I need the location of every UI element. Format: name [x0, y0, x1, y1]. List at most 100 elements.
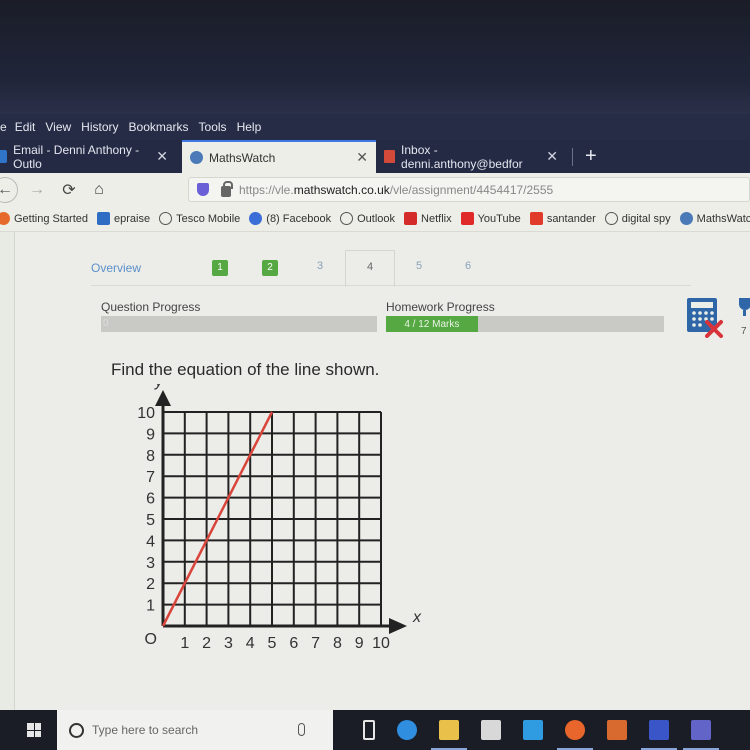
- reload-button[interactable]: ⟳: [56, 177, 82, 203]
- bookmark-mathswatch[interactable]: MathsWatch: [679, 212, 750, 225]
- x-axis-arrow: [389, 618, 407, 634]
- x-tick-label: 6: [289, 635, 298, 652]
- bookmark-outlook[interactable]: Outlook: [340, 212, 395, 225]
- y-tick-label: 10: [137, 405, 155, 422]
- menu-file-partial[interactable]: e: [0, 120, 7, 134]
- tab-outlook[interactable]: Email - Denni Anthony - Outlo ✕: [0, 140, 176, 173]
- bookmark-label: epraise: [114, 212, 151, 225]
- search-placeholder: Type here to search: [92, 723, 199, 737]
- question-progress-label: Question Progress: [101, 300, 201, 314]
- bookmark-label: Outlook: [357, 212, 396, 225]
- homework-progress-value: 4 / 12 Marks: [404, 318, 460, 330]
- x-tick-label: 9: [355, 635, 364, 652]
- mathswatch-icon: [679, 212, 693, 225]
- y-tick-label: 8: [146, 448, 155, 465]
- firefox-icon[interactable]: [557, 720, 593, 750]
- x-tick-label: 1: [180, 635, 189, 652]
- bookmark-8-facebook[interactable]: (8) Facebook: [249, 212, 331, 225]
- taskbar-search-box[interactable]: Type here to search: [57, 710, 333, 750]
- cortana-icon[interactable]: [69, 722, 84, 738]
- question-6-tab[interactable]: 6: [443, 260, 493, 272]
- question-progress-bar: 0: [101, 316, 377, 332]
- microphone-icon[interactable]: [298, 723, 305, 736]
- epraise-icon: [97, 212, 110, 225]
- bookmark-label: MathsWatch: [696, 212, 750, 225]
- y-tick-label: 3: [146, 555, 155, 572]
- bookmark-digital-spy[interactable]: digital spy: [604, 212, 671, 225]
- y-tick-label: 6: [146, 491, 155, 508]
- y-tick-label: 7: [146, 469, 155, 486]
- url-domain: mathswatch.co.uk: [293, 182, 390, 197]
- x-tick-label: 4: [246, 635, 255, 652]
- bookmark-netflix[interactable]: Netflix: [404, 212, 452, 225]
- store-icon[interactable]: [481, 720, 501, 740]
- overview-link[interactable]: Overview: [91, 261, 141, 275]
- bookmark-santander[interactable]: santander: [529, 212, 596, 225]
- windows-taskbar: Type here to search: [0, 710, 750, 750]
- bookmark-youtube[interactable]: YouTube: [460, 212, 521, 225]
- netflix-icon: [404, 212, 418, 225]
- question-progress-value: 0: [103, 318, 109, 329]
- screen: e Edit View History Bookmarks Tools Help…: [0, 0, 750, 750]
- edge-icon[interactable]: [397, 720, 417, 740]
- y-tick-label: 1: [146, 598, 155, 615]
- task-view-icon[interactable]: [363, 720, 375, 740]
- question-4-tab[interactable]: 4: [345, 250, 395, 287]
- teams-icon[interactable]: [683, 720, 719, 750]
- mail-icon[interactable]: [523, 720, 543, 740]
- x-tick-label: 5: [268, 635, 277, 652]
- tracking-protection-icon[interactable]: [197, 183, 209, 196]
- url-bar[interactable]: https://vle. mathswatch.co.uk/vle/assignm…: [188, 177, 750, 202]
- x-axis-label: x: [412, 609, 422, 626]
- menu-tools[interactable]: Tools: [199, 120, 227, 134]
- homework-progress-bar: 4 / 12 Marks: [386, 316, 664, 332]
- question-5-tab[interactable]: 5: [394, 260, 444, 272]
- tab-gmail[interactable]: Inbox - denni.anthony@bedfor ✕: [376, 140, 566, 173]
- home-button[interactable]: ⌂: [86, 177, 112, 203]
- powerpoint-icon[interactable]: [607, 720, 627, 740]
- close-tab-icon[interactable]: ✕: [356, 149, 368, 166]
- menu-edit[interactable]: Edit: [15, 120, 36, 134]
- word-icon[interactable]: [641, 720, 677, 750]
- file-explorer-icon[interactable]: [431, 720, 467, 750]
- bookmark-label: (8) Facebook: [266, 212, 332, 225]
- bookmark-label: santander: [546, 212, 596, 225]
- menu-history[interactable]: History: [81, 120, 118, 134]
- windows-start-icon[interactable]: [27, 723, 41, 737]
- menu-help[interactable]: Help: [237, 120, 262, 134]
- bookmark-getting-started[interactable]: Getting Started: [0, 212, 88, 225]
- new-tab-button[interactable]: +: [579, 140, 603, 173]
- url-scheme: https://vle.: [239, 182, 294, 197]
- bookmark-label: Tesco Mobile: [176, 212, 241, 225]
- y-tick-label: 9: [146, 426, 155, 443]
- y-tick-label: 5: [146, 512, 155, 529]
- question-3-tab[interactable]: 3: [295, 260, 345, 272]
- x-tick-label: 10: [372, 635, 390, 652]
- tab-title: Inbox - denni.anthony@bedfor: [401, 142, 523, 171]
- assignment-panel: Overview 1 2 3 4 5 6 Question Progress 0…: [14, 232, 750, 710]
- back-button[interactable]: ←: [0, 176, 18, 203]
- close-tab-icon[interactable]: ✕: [156, 148, 168, 165]
- bookmarks-bar: Getting Started epraise Tesco Mobile (8) Fa…: [0, 206, 750, 232]
- tab-mathswatch[interactable]: MathsWatch ✕: [182, 140, 376, 173]
- globe-icon: [340, 212, 354, 225]
- menu-bookmarks[interactable]: Bookmarks: [129, 120, 189, 134]
- trophy-count: 7: [741, 326, 747, 337]
- trophy-icon[interactable]: 7: [737, 296, 750, 337]
- close-tab-icon[interactable]: ✕: [546, 148, 558, 165]
- menu-view[interactable]: View: [45, 120, 71, 134]
- question-2-tab[interactable]: 2: [245, 260, 295, 276]
- bookmark-epraise[interactable]: epraise: [97, 212, 150, 225]
- bookmark-tesco-mobile[interactable]: Tesco Mobile: [159, 212, 240, 225]
- homework-progress-fill: 4 / 12 Marks: [386, 316, 478, 332]
- mathswatch-icon: [190, 151, 203, 164]
- tab-title: MathsWatch: [209, 150, 276, 165]
- tab-separator: [572, 148, 573, 166]
- monitor-bezel: [0, 0, 750, 114]
- forward-button[interactable]: →: [24, 177, 50, 203]
- lock-icon[interactable]: [221, 181, 233, 197]
- question-1-tab[interactable]: 1: [195, 260, 245, 276]
- x-tick-label: 8: [333, 635, 342, 652]
- bookmark-label: Netflix: [421, 212, 452, 225]
- calculator-disabled-icon[interactable]: [685, 296, 729, 338]
